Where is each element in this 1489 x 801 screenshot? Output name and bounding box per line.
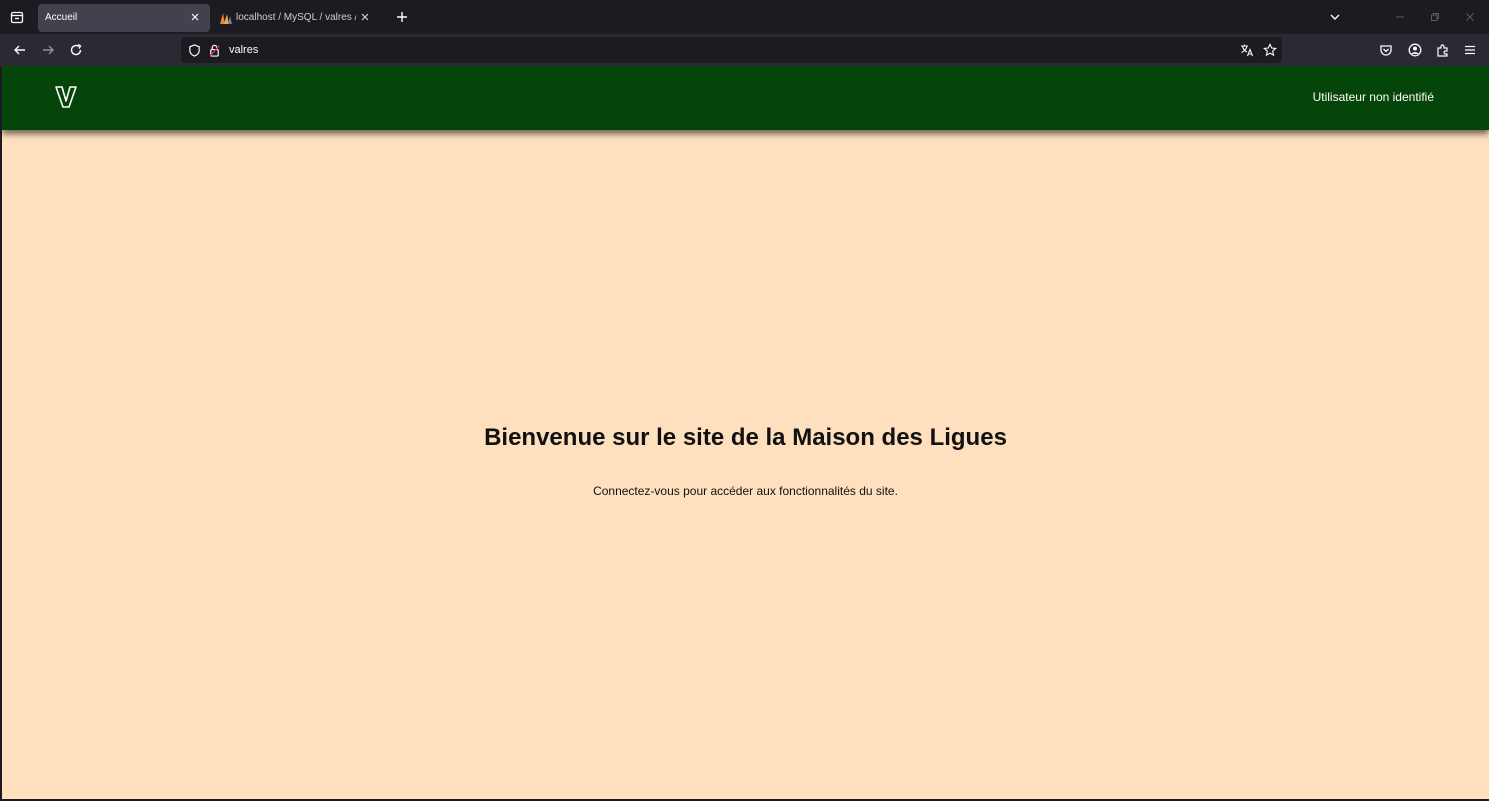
chevron-down-icon[interactable]: [1325, 7, 1345, 27]
phpmyadmin-favicon-icon: [220, 13, 232, 24]
translate-icon[interactable]: [1239, 42, 1255, 58]
close-window-icon[interactable]: [1460, 7, 1480, 27]
forward-arrow-icon[interactable]: [37, 39, 59, 61]
tab-title: localhost / MySQL / valres / utilisateur: [236, 12, 356, 23]
tab-accueil[interactable]: Accueil: [38, 4, 210, 32]
navigation-toolbar: valres: [0, 34, 1489, 66]
insecure-lock-icon[interactable]: [206, 42, 222, 58]
shield-icon[interactable]: [186, 42, 202, 58]
tab-title: Accueil: [45, 12, 78, 23]
page-viewport: Utilisateur non identifié Bienvenue sur …: [2, 66, 1489, 799]
extensions-icon[interactable]: [1432, 39, 1454, 61]
url-text[interactable]: valres: [229, 44, 258, 56]
tab-phpmyadmin[interactable]: localhost / MySQL / valres / utilisateur: [214, 4, 380, 32]
minimize-icon[interactable]: [1390, 7, 1410, 27]
restore-icon[interactable]: [1425, 7, 1445, 27]
address-bar[interactable]: valres: [181, 37, 1282, 63]
close-icon[interactable]: [358, 10, 372, 24]
star-icon[interactable]: [1262, 42, 1278, 58]
welcome-text: Connectez-vous pour accéder aux fonction…: [593, 484, 898, 498]
valres-logo[interactable]: [54, 85, 78, 109]
back-arrow-icon[interactable]: [9, 39, 31, 61]
reload-icon[interactable]: [65, 39, 87, 61]
welcome-title: Bienvenue sur le site de la Maison des L…: [484, 424, 1007, 451]
close-icon[interactable]: [188, 10, 202, 24]
new-tab-icon[interactable]: [392, 7, 412, 27]
site-header: Utilisateur non identifié: [2, 66, 1489, 130]
account-icon[interactable]: [1404, 39, 1426, 61]
hamburger-menu-icon[interactable]: [1459, 39, 1481, 61]
user-status: Utilisateur non identifié: [1312, 90, 1434, 104]
tab-bar: Accueil localhost / MySQL / valres / uti…: [0, 0, 1489, 34]
pocket-icon[interactable]: [1375, 39, 1397, 61]
tab-list-icon[interactable]: [6, 6, 28, 28]
